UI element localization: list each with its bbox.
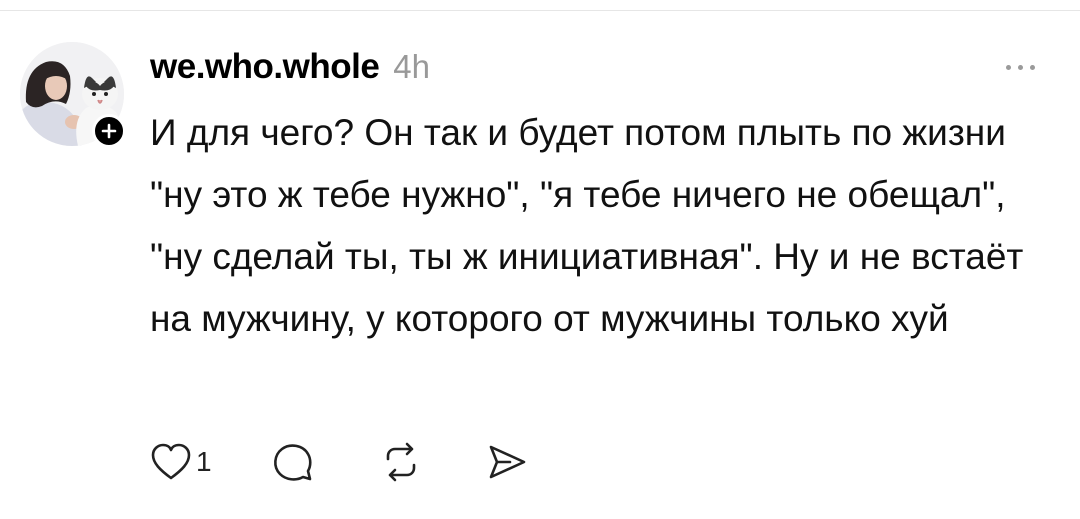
like-button[interactable]: 1 (150, 442, 272, 482)
post-actions-bar: 1 (150, 438, 528, 486)
avatar-container[interactable] (20, 42, 126, 148)
post-header: we.who.whole 4h (150, 42, 430, 92)
repost-button[interactable] (380, 441, 486, 483)
heart-icon (151, 443, 191, 480)
more-options-button[interactable] (995, 52, 1045, 82)
share-button[interactable] (486, 441, 528, 483)
username-link[interactable]: we.who.whole (150, 42, 380, 92)
plus-icon (101, 123, 117, 139)
top-divider (0, 10, 1080, 11)
more-horizontal-icon (1005, 64, 1035, 70)
comment-button[interactable] (272, 441, 380, 483)
send-icon (489, 445, 526, 479)
comment-icon (274, 444, 312, 481)
repost-icon (386, 442, 416, 482)
like-count: 1 (196, 446, 212, 477)
follow-button[interactable] (92, 114, 126, 148)
post-timestamp: 4h (393, 48, 431, 85)
post-body-text: И для чего? Он так и будет потом плыть п… (150, 112, 1024, 339)
